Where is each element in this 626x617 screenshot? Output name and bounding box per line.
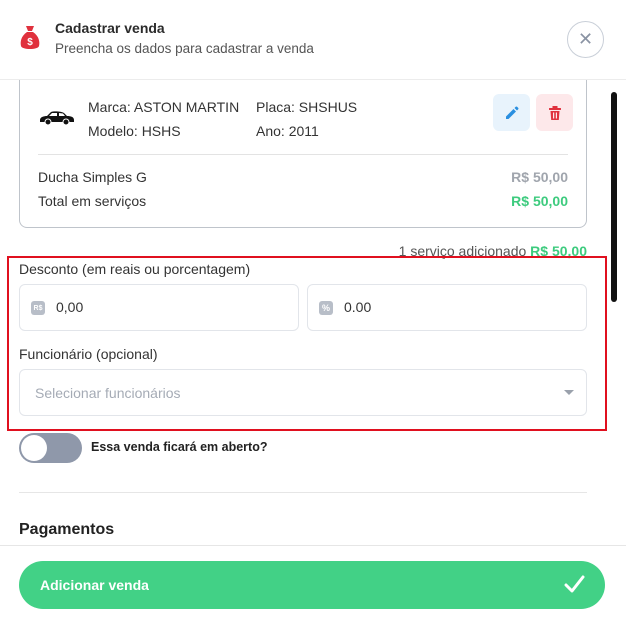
vehicle-year: Ano: 2011 <box>256 123 319 139</box>
card-divider <box>38 154 568 155</box>
total-label: Total em serviços <box>38 193 147 209</box>
vehicle-brand: Marca: ASTON MARTIN <box>88 99 240 115</box>
service-price: R$ 50,00 <box>511 169 568 185</box>
trash-icon <box>548 105 561 120</box>
open-sale-label: Essa venda ficará em aberto? <box>91 440 268 454</box>
page-subtitle: Preencha os dados para cadastrar a venda <box>55 41 314 56</box>
footer-divider <box>0 545 626 546</box>
scrollbar-thumb[interactable] <box>611 92 617 302</box>
payments-title: Pagamentos <box>19 521 115 538</box>
total-value: R$ 50,00 <box>511 193 568 209</box>
edit-vehicle-button[interactable] <box>493 94 530 131</box>
toggle-knob <box>21 435 47 461</box>
add-sale-label: Adicionar venda <box>40 577 149 593</box>
page-title: Cadastrar venda <box>55 20 165 36</box>
highlight-box <box>7 256 607 431</box>
money-bag-icon: $ <box>20 26 40 49</box>
vehicle-model: Modelo: HSHS <box>88 123 181 139</box>
svg-text:$: $ <box>27 37 33 48</box>
service-name: Ducha Simples G <box>38 169 147 185</box>
close-icon: ✕ <box>577 29 594 49</box>
delete-vehicle-button[interactable] <box>536 94 573 131</box>
car-icon <box>40 111 74 126</box>
pencil-icon <box>505 106 518 119</box>
open-sale-toggle[interactable] <box>19 433 82 463</box>
vehicle-card: Marca: ASTON MARTIN Modelo: HSHS Placa: … <box>19 80 587 228</box>
close-button[interactable]: ✕ <box>567 21 604 58</box>
add-sale-button[interactable]: Adicionar venda <box>19 561 605 609</box>
check-icon <box>564 575 585 593</box>
vehicle-plate: Placa: SHSHUS <box>256 99 358 115</box>
scrollbar[interactable] <box>611 92 617 532</box>
modal-header: $ Cadastrar venda Preencha os dados para… <box>0 0 626 80</box>
section-divider <box>19 492 587 493</box>
